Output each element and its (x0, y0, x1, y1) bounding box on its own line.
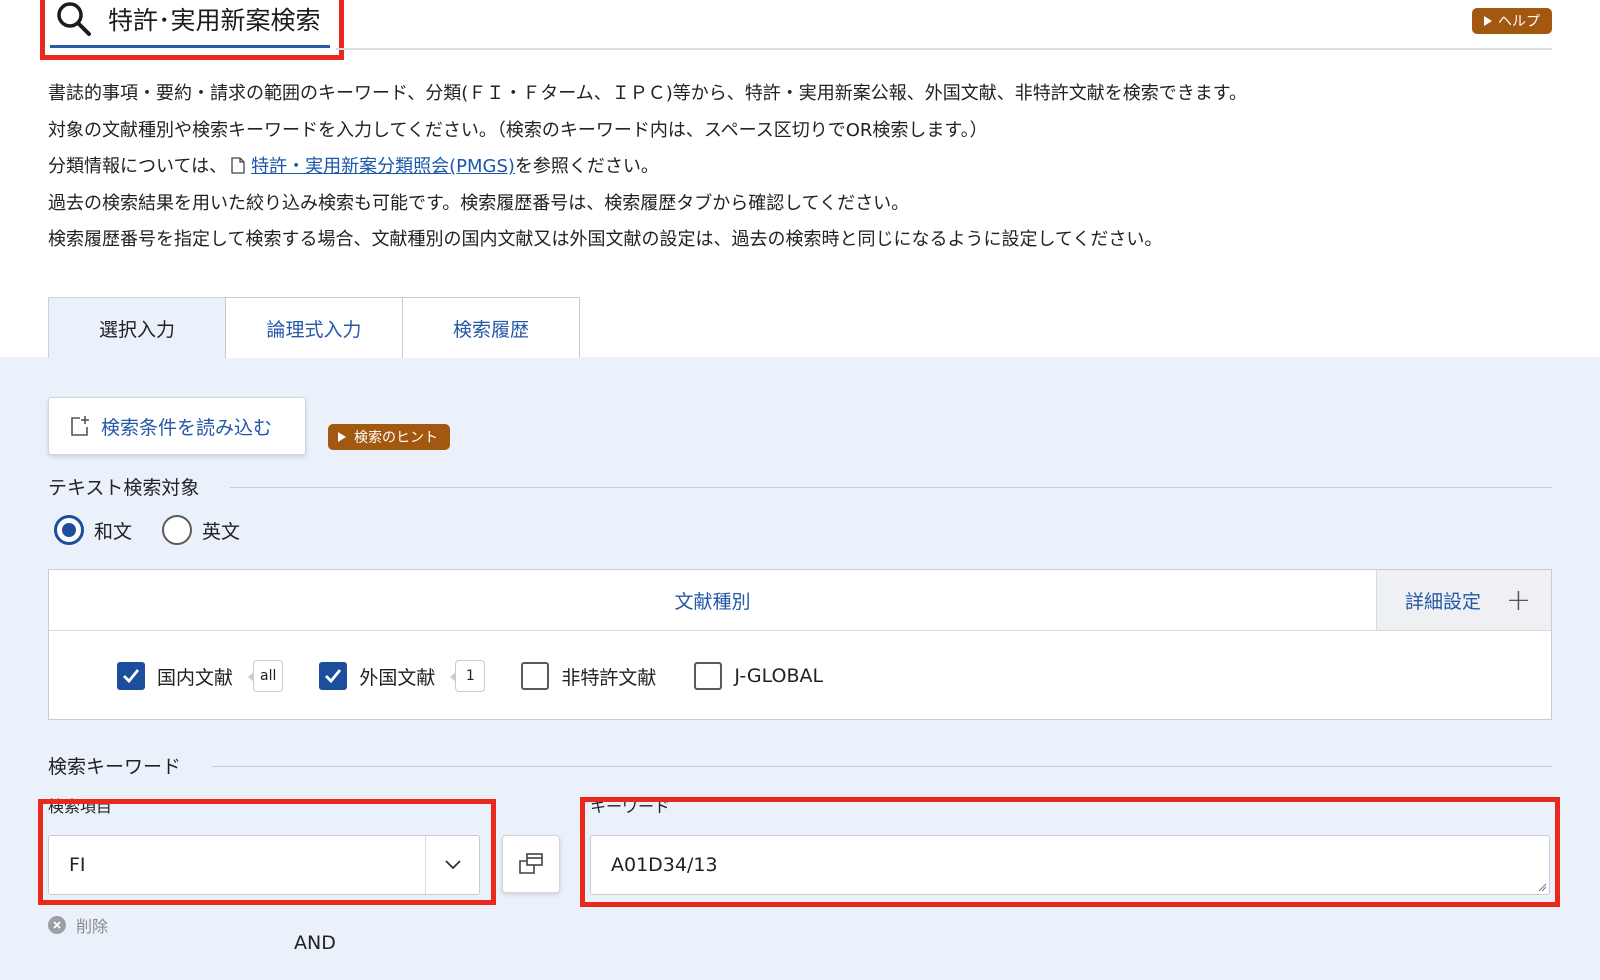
help-button[interactable]: ヘルプ (1472, 8, 1552, 34)
language-radio-group: 和文 英文 (54, 515, 270, 545)
search-item-label: 検索項目 (48, 797, 113, 816)
radio-english[interactable]: 英文 (162, 515, 240, 545)
keyword-label: キーワード (590, 797, 671, 816)
radio-button[interactable] (162, 515, 193, 545)
radio-japanese[interactable]: 和文 (54, 515, 132, 545)
intro-line-3-prefix: 分類情報については、 (48, 156, 228, 177)
detail-settings-label: 詳細設定 (1405, 590, 1482, 613)
document-type-title: 文献種別 (674, 590, 751, 613)
radio-english-label: 英文 (202, 520, 241, 543)
load-conditions-button[interactable]: 検索条件を読み込む (48, 397, 306, 455)
section-divider (212, 766, 1552, 767)
help-label: ヘルプ (1498, 14, 1540, 30)
close-icon (48, 916, 66, 934)
load-conditions-label: 検索条件を読み込む (101, 416, 273, 439)
play-icon (1484, 16, 1492, 26)
search-hint-button[interactable]: 検索のヒント (328, 424, 450, 450)
intro-line-5: 検索履歴番号を指定して検索する場合、文献種別の国内文献又は外国文献の設定は、過去… (48, 229, 1163, 250)
checkbox-j-global[interactable] (694, 662, 723, 690)
document-icon (231, 157, 245, 174)
add-document-icon (71, 416, 89, 436)
j-global-label: J-GLOBAL (734, 665, 824, 687)
chevron-down-icon[interactable] (425, 836, 479, 894)
window-copy-icon (519, 853, 543, 874)
domestic-count-badge[interactable]: all (247, 660, 284, 692)
document-type-options: 国内文献 all 外国文献 1 非特許文献 J-GLOBAL (117, 660, 823, 692)
search-hint-label: 検索のヒント (354, 430, 438, 446)
page-title-bar: 特許･実用新案検索 (50, 0, 330, 48)
search-item-value: FI (69, 854, 86, 876)
delete-button[interactable]: 削除 (48, 913, 108, 937)
page-title: 特許･実用新案検索 (108, 5, 321, 35)
radio-japanese-label: 和文 (94, 520, 133, 543)
checkbox-non-patent[interactable] (521, 662, 550, 690)
plus-icon: + (1505, 582, 1531, 618)
tab-logical-expression[interactable]: 論理式入力 (225, 297, 403, 358)
document-type-header: 文献種別 詳細設定 + (49, 570, 1551, 631)
keyword-input[interactable]: A01D34/13 (590, 835, 1550, 895)
foreign-count-badge[interactable]: 1 (450, 660, 486, 692)
document-type-box: 文献種別 詳細設定 + 国内文献 all 外国文献 1 非特許文献 J-GLOB… (48, 569, 1552, 720)
checkmark-icon (123, 669, 140, 684)
intro-line-1: 書誌的事項・要約・請求の範囲のキーワード、分類(ＦＩ・Ｆターム、ＩＰＣ)等から、… (48, 83, 1247, 104)
keyword-value: A01D34/13 (611, 854, 718, 876)
checkbox-domestic[interactable] (117, 662, 145, 690)
radio-button-selected[interactable] (54, 515, 84, 545)
copy-window-button[interactable] (502, 835, 560, 893)
search-item-select[interactable]: FI (48, 835, 480, 895)
header-divider (336, 48, 1552, 50)
resize-grip-icon[interactable] (1537, 882, 1547, 892)
intro-line-3: 分類情報については、 特許・実用新案分類照会(PMGS)を参照ください。 (48, 149, 1548, 186)
domestic-label: 国内文献 (157, 666, 234, 689)
text-target-label: テキスト検索対象 (48, 477, 200, 499)
keyword-section-label: 検索キーワード (48, 756, 182, 778)
intro-text: 書誌的事項・要約・請求の範囲のキーワード、分類(ＦＩ・Ｆターム、ＩＰＣ)等から、… (48, 76, 1548, 259)
intro-line-4: 過去の検索結果を用いた絞り込み検索も可能です。検索履歴番号は、検索履歴タブから確… (48, 192, 910, 214)
tab-search-history[interactable]: 検索履歴 (402, 297, 580, 358)
intro-line-3-suffix: を参照ください。 (514, 156, 659, 177)
and-operator-label: AND (294, 932, 336, 954)
search-mode-tabs: 選択入力 論理式入力 検索履歴 (48, 297, 580, 358)
checkmark-icon (325, 669, 342, 684)
non-patent-label: 非特許文献 (561, 666, 657, 689)
intro-line-2: 対象の文献種別や検索キーワードを入力してください。（検索のキーワード内は、スペー… (48, 119, 988, 141)
pmgs-link[interactable]: 特許・実用新案分類照会(PMGS) (251, 156, 515, 177)
section-divider (230, 487, 1552, 488)
play-icon (338, 432, 346, 442)
tab-selection-input[interactable]: 選択入力 (48, 297, 226, 358)
page-header: 特許･実用新案検索 (50, 0, 336, 56)
checkbox-foreign[interactable] (319, 662, 348, 690)
search-icon (57, 1, 91, 36)
search-panel: 検索条件を読み込む 検索のヒント テキスト検索対象 和文 英文 文献種別 詳細設… (0, 357, 1600, 980)
foreign-label: 外国文献 (359, 666, 436, 689)
detail-settings-button[interactable]: 詳細設定 + (1376, 570, 1551, 630)
delete-label: 削除 (76, 917, 109, 936)
